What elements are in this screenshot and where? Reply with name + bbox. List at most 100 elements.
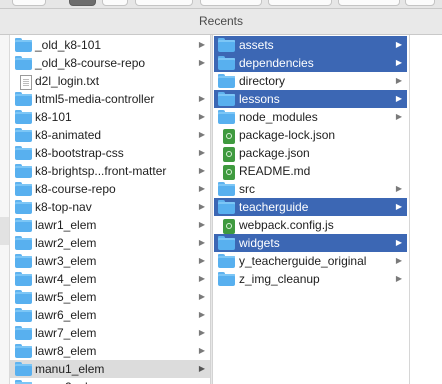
folder-item[interactable]: widgets ▶	[214, 234, 407, 252]
item-label: lawr7_elem	[35, 326, 97, 340]
chevron-right-icon: ▶	[395, 58, 402, 67]
folder-icon	[15, 218, 33, 232]
file-item[interactable]: package-lock.json	[214, 126, 407, 144]
folder-item[interactable]: k8-brightsp...front-matter ▶	[10, 162, 210, 180]
folder-item[interactable]: html5-media-controller ▶	[10, 90, 210, 108]
folder-item[interactable]: lawr4_elem ▶	[10, 270, 210, 288]
chevron-right-icon: ▶	[198, 256, 205, 265]
folder-item[interactable]: _old_k8-101 ▶	[10, 36, 210, 54]
item-label: lawr8_elem	[35, 344, 97, 358]
folder-item[interactable]: k8-bootstrap-css ▶	[10, 144, 210, 162]
toolbar-button[interactable]	[338, 0, 400, 6]
item-label: widgets	[239, 236, 280, 250]
folder-item[interactable]: k8-top-nav ▶	[10, 198, 210, 216]
folder-item[interactable]: k8-course-repo ▶	[10, 180, 210, 198]
folder-icon	[15, 38, 33, 52]
column-folder-contents[interactable]: assets ▶ dependencies ▶ directory ▶ lessons ▶ no…	[213, 35, 409, 384]
folder-icon	[218, 92, 236, 106]
chevron-right-icon: ▶	[198, 40, 205, 49]
chevron-right-icon: ▶	[198, 220, 205, 229]
folder-icon	[15, 326, 33, 340]
folder-icon	[218, 254, 236, 268]
previous-column-selection	[0, 217, 9, 245]
js-file-icon	[218, 218, 236, 234]
folder-item[interactable]: lawr6_elem ▶	[10, 306, 210, 324]
folder-item[interactable]: directory ▶	[214, 72, 407, 90]
file-item[interactable]: webpack.config.js	[214, 216, 407, 234]
toolbar-button[interactable]	[102, 0, 128, 6]
chevron-right-icon: ▶	[198, 148, 205, 157]
folder-item[interactable]: lawr8_elem ▶	[10, 342, 210, 360]
view-columns-button[interactable]	[69, 0, 96, 6]
chevron-right-icon: ▶	[395, 184, 402, 193]
item-label: README.md	[239, 164, 311, 178]
item-label: teacherguide	[239, 200, 309, 214]
folder-item[interactable]: assets ▶	[214, 36, 407, 54]
column-recents-list[interactable]: _old_k8-101 ▶ _old_k8-course-repo ▶ d2l_logi…	[10, 35, 210, 384]
folder-icon	[15, 380, 33, 384]
chevron-right-icon: ▶	[395, 76, 402, 85]
folder-item[interactable]: k8-101 ▶	[10, 108, 210, 126]
toolbar-button[interactable]	[135, 0, 193, 6]
folder-icon	[15, 236, 33, 250]
chevron-right-icon: ▶	[198, 274, 205, 283]
toolbar-button[interactable]	[200, 0, 262, 6]
item-label: lawr3_elem	[35, 254, 97, 268]
folder-item[interactable]: lawr7_elem ▶	[10, 324, 210, 342]
folder-item[interactable]: teacherguide ▶	[214, 198, 407, 216]
chevron-right-icon: ▶	[395, 202, 402, 211]
folder-item[interactable]: z_img_cleanup ▶	[214, 270, 407, 288]
item-label: _old_k8-course-repo	[35, 56, 146, 70]
folder-item[interactable]: y_teacherguide_original ▶	[214, 252, 407, 270]
item-label: z_img_cleanup	[239, 272, 320, 286]
item-label: y_teacherguide_original	[239, 254, 367, 268]
folder-item[interactable]: src ▶	[214, 180, 407, 198]
item-label: lawr6_elem	[35, 308, 97, 322]
item-label: k8-animated	[35, 128, 102, 142]
folder-icon	[15, 362, 33, 376]
folder-item[interactable]: node_modules ▶	[214, 108, 407, 126]
item-label: k8-course-repo	[35, 182, 116, 196]
folder-item[interactable]: lawr3_elem ▶	[10, 252, 210, 270]
folder-icon	[15, 272, 33, 286]
file-item[interactable]: README.md	[214, 162, 407, 180]
toolbar	[0, 0, 442, 9]
chevron-right-icon: ▶	[198, 94, 205, 103]
item-label: lawr2_elem	[35, 236, 97, 250]
folder-item[interactable]: lawr5_elem ▶	[10, 288, 210, 306]
chevron-right-icon: ▶	[395, 238, 402, 247]
chevron-right-icon: ▶	[198, 184, 205, 193]
text-file-icon	[15, 74, 33, 90]
file-item[interactable]: d2l_login.txt	[10, 72, 210, 90]
item-label: manu1_elem	[35, 362, 105, 376]
folder-item[interactable]: lawr2_elem ▶	[10, 234, 210, 252]
chevron-right-icon: ▶	[395, 274, 402, 283]
folder-icon	[15, 92, 33, 106]
folder-item[interactable]: lessons ▶	[214, 90, 407, 108]
file-item[interactable]: package.json	[214, 144, 407, 162]
item-label: lessons	[239, 92, 280, 106]
folder-item[interactable]: manu1_elem ▶	[10, 360, 210, 378]
folder-item[interactable]: k8-animated ▶	[10, 126, 210, 144]
item-label: html5-media-controller	[35, 92, 155, 106]
folder-item[interactable]: manu2_elem ▶	[10, 378, 210, 384]
chevron-right-icon: ▶	[198, 328, 205, 337]
js-file-icon	[218, 146, 236, 162]
item-label: dependencies	[239, 56, 314, 70]
item-label: k8-101	[35, 110, 72, 124]
toolbar-button[interactable]	[12, 0, 46, 6]
folder-item[interactable]: _old_k8-course-repo ▶	[10, 54, 210, 72]
folder-icon	[15, 110, 33, 124]
item-label: assets	[239, 38, 274, 52]
folder-item[interactable]: lawr1_elem ▶	[10, 216, 210, 234]
folder-icon	[15, 128, 33, 142]
toolbar-button[interactable]	[405, 0, 435, 6]
folder-icon	[218, 236, 236, 250]
folder-icon	[218, 182, 236, 196]
item-label: directory	[239, 74, 286, 88]
chevron-right-icon: ▶	[198, 310, 205, 319]
previous-column-edge	[0, 35, 10, 384]
folder-item[interactable]: dependencies ▶	[214, 54, 407, 72]
toolbar-button[interactable]	[268, 0, 332, 6]
folder-icon	[218, 74, 236, 88]
